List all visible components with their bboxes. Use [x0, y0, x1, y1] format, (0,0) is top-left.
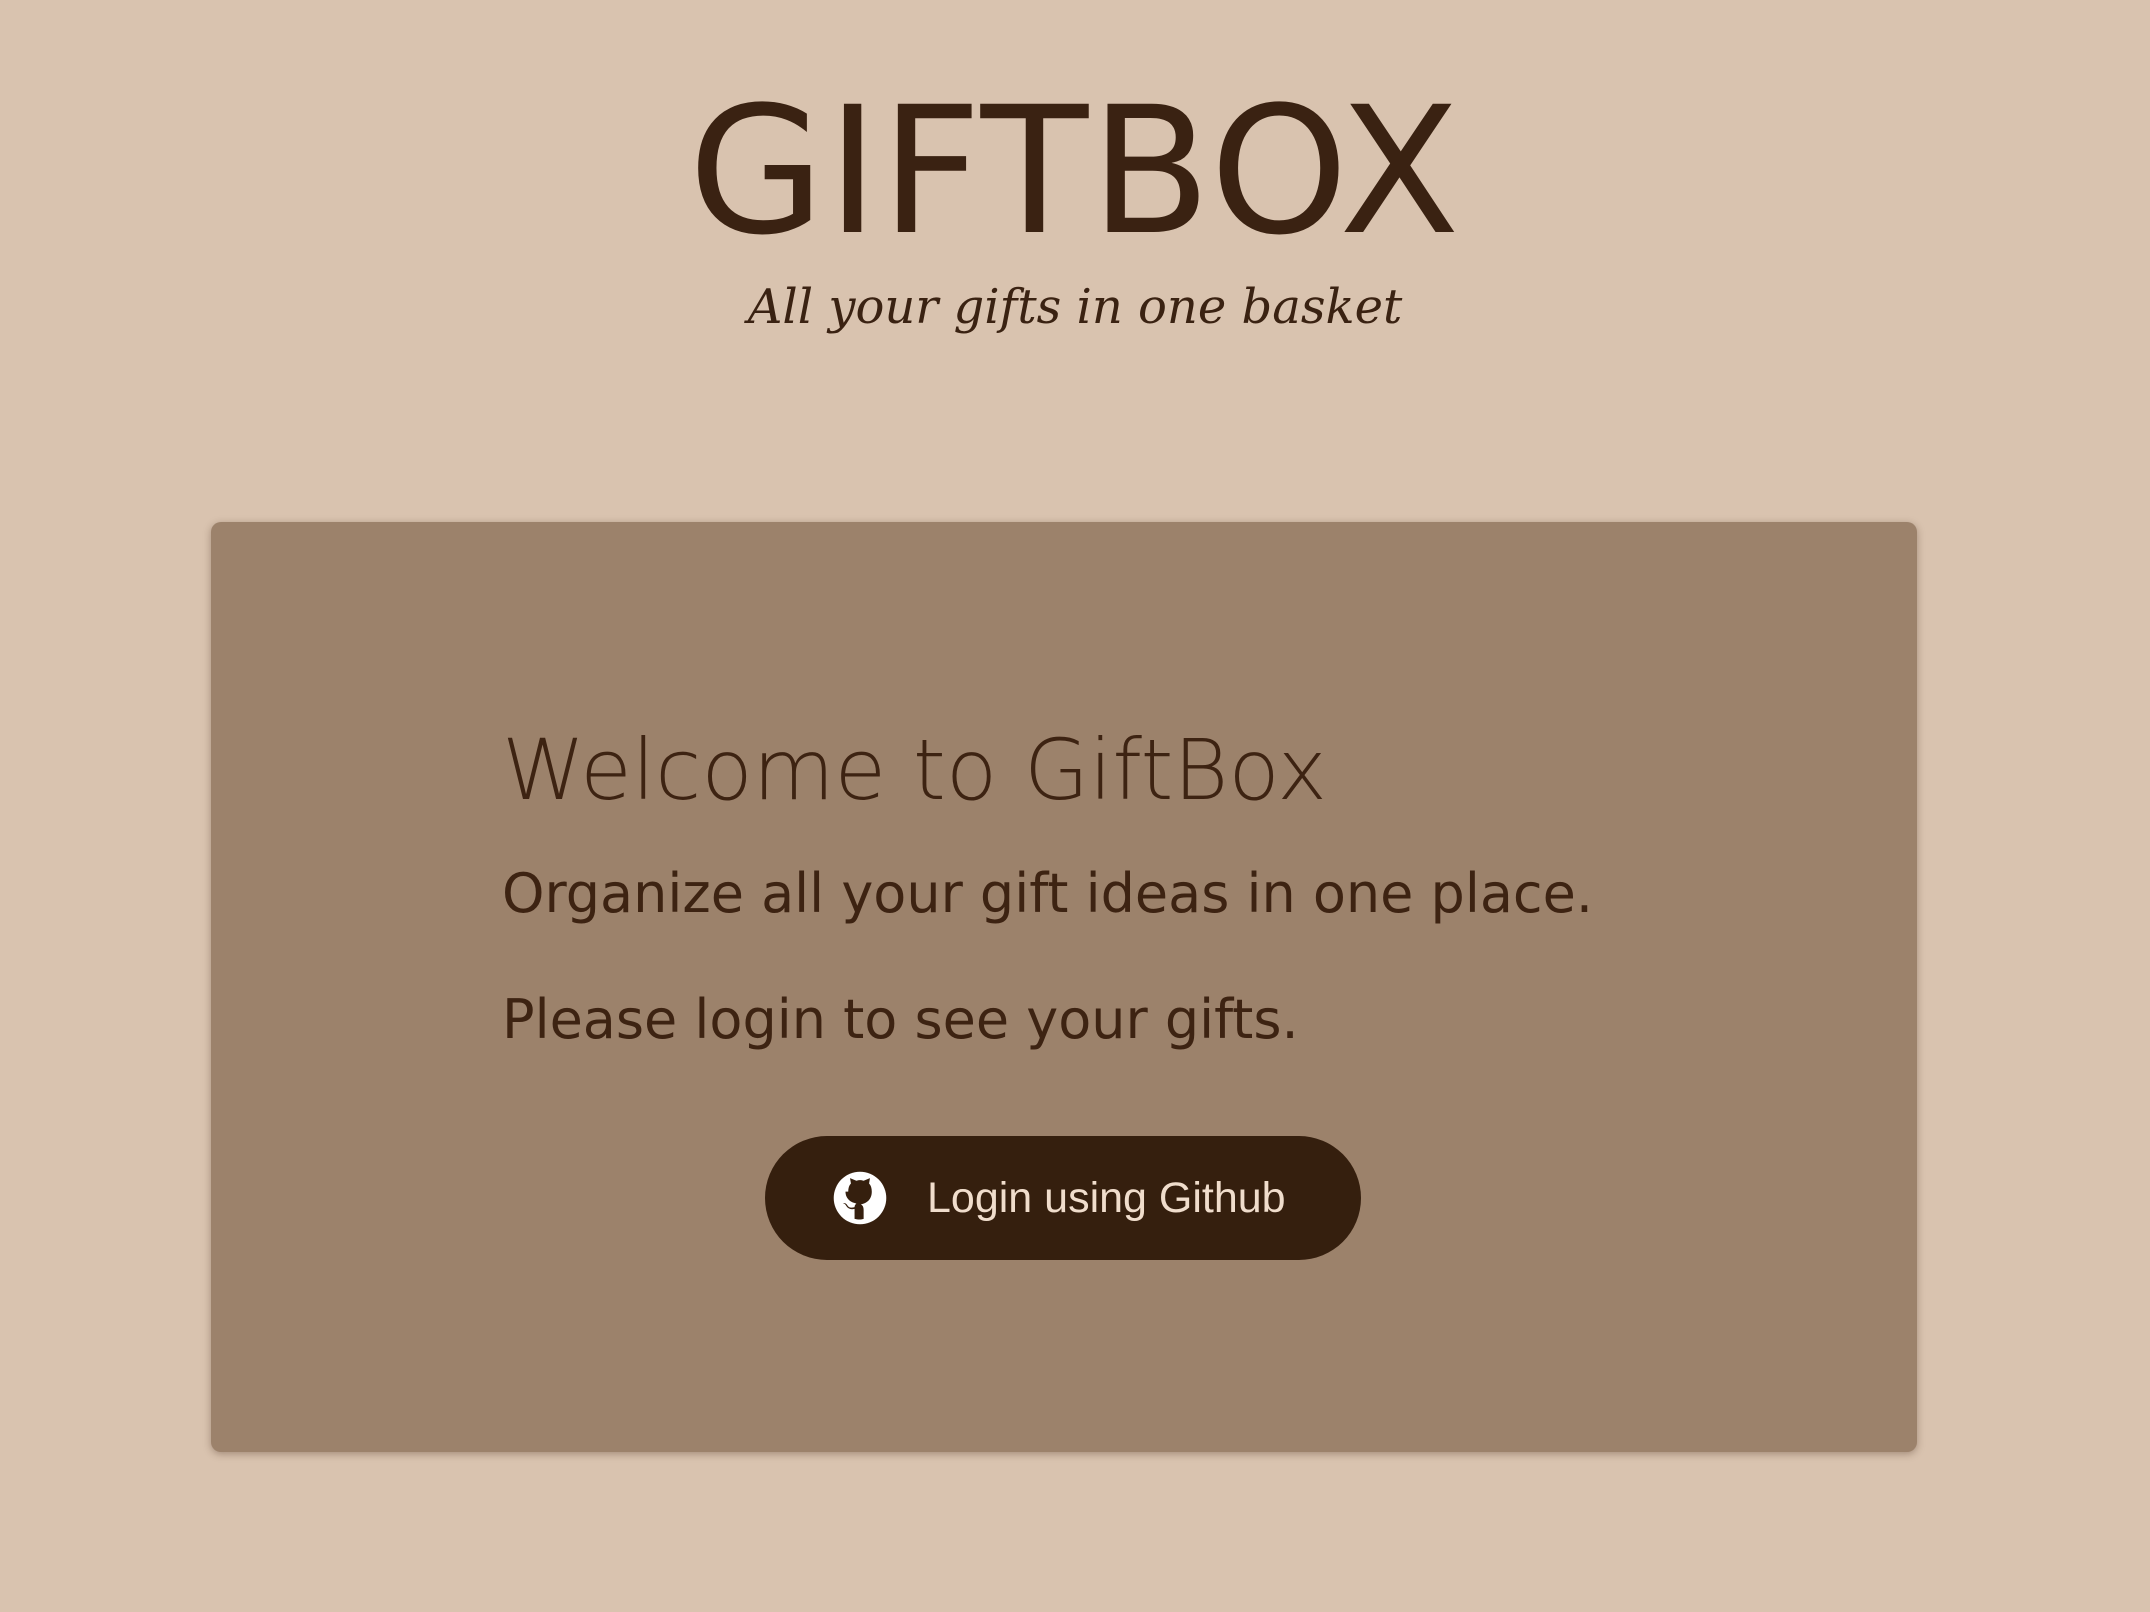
login-prompt: Please login to see your gifts. [502, 988, 1299, 1051]
welcome-heading: Welcome to GiftBox [502, 721, 1327, 819]
brand-tagline: All your gifts in one basket [747, 279, 1403, 335]
welcome-card: Welcome to GiftBox Organize all your gif… [211, 522, 1917, 1452]
github-login-button[interactable]: Login using Github [765, 1136, 1361, 1260]
welcome-content: Welcome to GiftBox Organize all your gif… [502, 710, 1752, 1058]
github-icon [831, 1169, 889, 1227]
github-login-label: Login using Github [927, 1173, 1286, 1222]
intro-text: Organize all your gift ideas in one plac… [502, 862, 1593, 925]
brand-title: GIFTBOX [688, 69, 1462, 274]
